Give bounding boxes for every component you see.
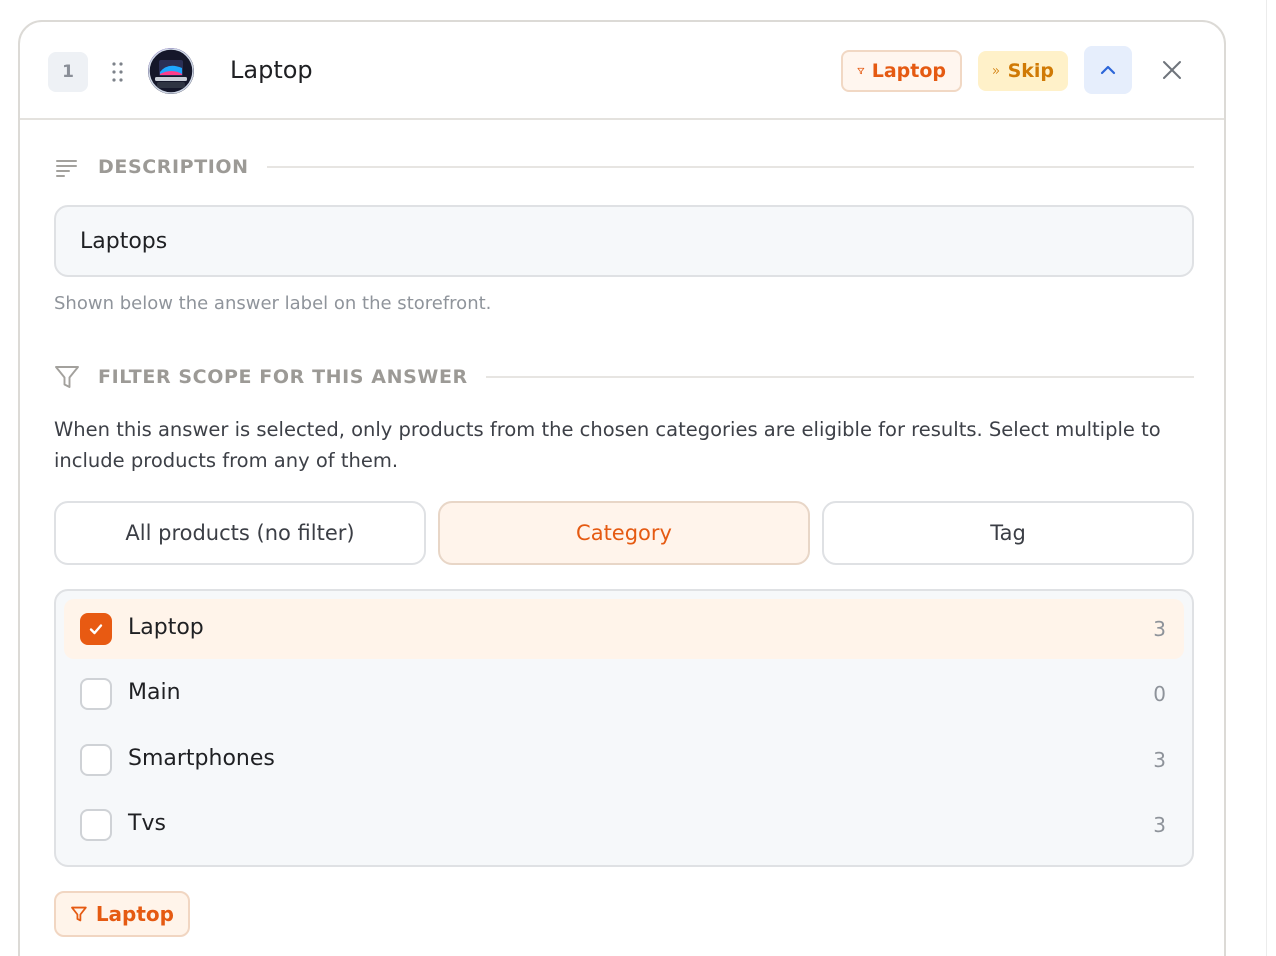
filter-scope-section-header: FILTER SCOPE FOR THIS ANSWER — [54, 364, 1194, 390]
category-name: Smartphones — [128, 746, 275, 771]
skip-badge[interactable]: Skip — [978, 51, 1068, 91]
filter-summary-badge[interactable]: Laptop — [841, 50, 962, 92]
double-chevron-right-icon — [992, 68, 1000, 74]
close-button[interactable] — [1154, 52, 1190, 88]
description-input[interactable]: Laptops — [54, 205, 1194, 277]
answer-card: 1 Laptop Laptop Skip DESCRIPTION Laptops… — [18, 20, 1226, 956]
scope-option-label: Tag — [990, 521, 1026, 545]
laptop-thumbnail — [148, 48, 194, 94]
funnel-icon — [55, 366, 79, 388]
category-count: 3 — [1153, 813, 1166, 837]
close-icon — [1163, 61, 1181, 79]
category-count: 3 — [1153, 617, 1166, 641]
selected-category-label: Laptop — [95, 902, 174, 926]
description-value: Laptops — [80, 228, 168, 254]
category-row-tvs[interactable]: Tvs 3 — [64, 795, 1184, 855]
description-section-label: DESCRIPTION — [98, 156, 249, 178]
category-count: 0 — [1153, 682, 1166, 706]
filter-scope-description: When this answer is selected, only produ… — [54, 418, 1161, 472]
divider — [266, 166, 1194, 168]
category-row-main[interactable]: Main 0 — [64, 664, 1184, 724]
scope-option-label: All products (no filter) — [125, 521, 355, 545]
scope-option-category[interactable]: Category — [438, 501, 810, 565]
lines-icon — [56, 160, 77, 177]
category-row-laptop[interactable]: Laptop 3 — [64, 599, 1184, 659]
category-list: Laptop 3 Main 0 Smartphones 3 Tvs 3 — [54, 589, 1194, 867]
category-checkbox[interactable] — [80, 613, 112, 645]
page-scrollbar[interactable] — [1266, 0, 1276, 956]
scope-option-tag[interactable]: Tag — [822, 501, 1194, 565]
description-hint: Shown below the answer label on the stor… — [54, 293, 492, 314]
scope-option-label: Category — [576, 521, 672, 545]
chevron-up-icon — [1100, 65, 1116, 75]
order-badge: 1 — [48, 52, 88, 92]
collapse-button[interactable] — [1084, 46, 1132, 94]
scope-option-all-products[interactable]: All products (no filter) — [54, 501, 426, 565]
category-checkbox[interactable] — [80, 678, 112, 710]
description-section-header: DESCRIPTION — [54, 156, 1194, 178]
filter-scope-section-label: FILTER SCOPE FOR THIS ANSWER — [98, 366, 468, 388]
category-count: 3 — [1153, 748, 1166, 772]
answer-title: Laptop — [230, 56, 313, 84]
category-row-smartphones[interactable]: Smartphones 3 — [64, 730, 1184, 790]
category-checkbox[interactable] — [80, 744, 112, 776]
category-name: Tvs — [128, 811, 166, 836]
selected-category-chip[interactable]: Laptop — [54, 891, 190, 937]
filter-summary-label: Laptop — [871, 60, 946, 82]
check-icon — [89, 624, 103, 635]
funnel-icon — [857, 67, 865, 75]
divider — [485, 376, 1194, 378]
skip-label: Skip — [1007, 60, 1054, 82]
funnel-icon — [71, 906, 87, 922]
category-name: Main — [128, 680, 181, 705]
category-checkbox[interactable] — [80, 809, 112, 841]
drag-handle-icon[interactable] — [108, 58, 128, 86]
answer-header[interactable]: 1 Laptop Laptop Skip — [20, 22, 1224, 120]
category-name: Laptop — [128, 615, 204, 640]
